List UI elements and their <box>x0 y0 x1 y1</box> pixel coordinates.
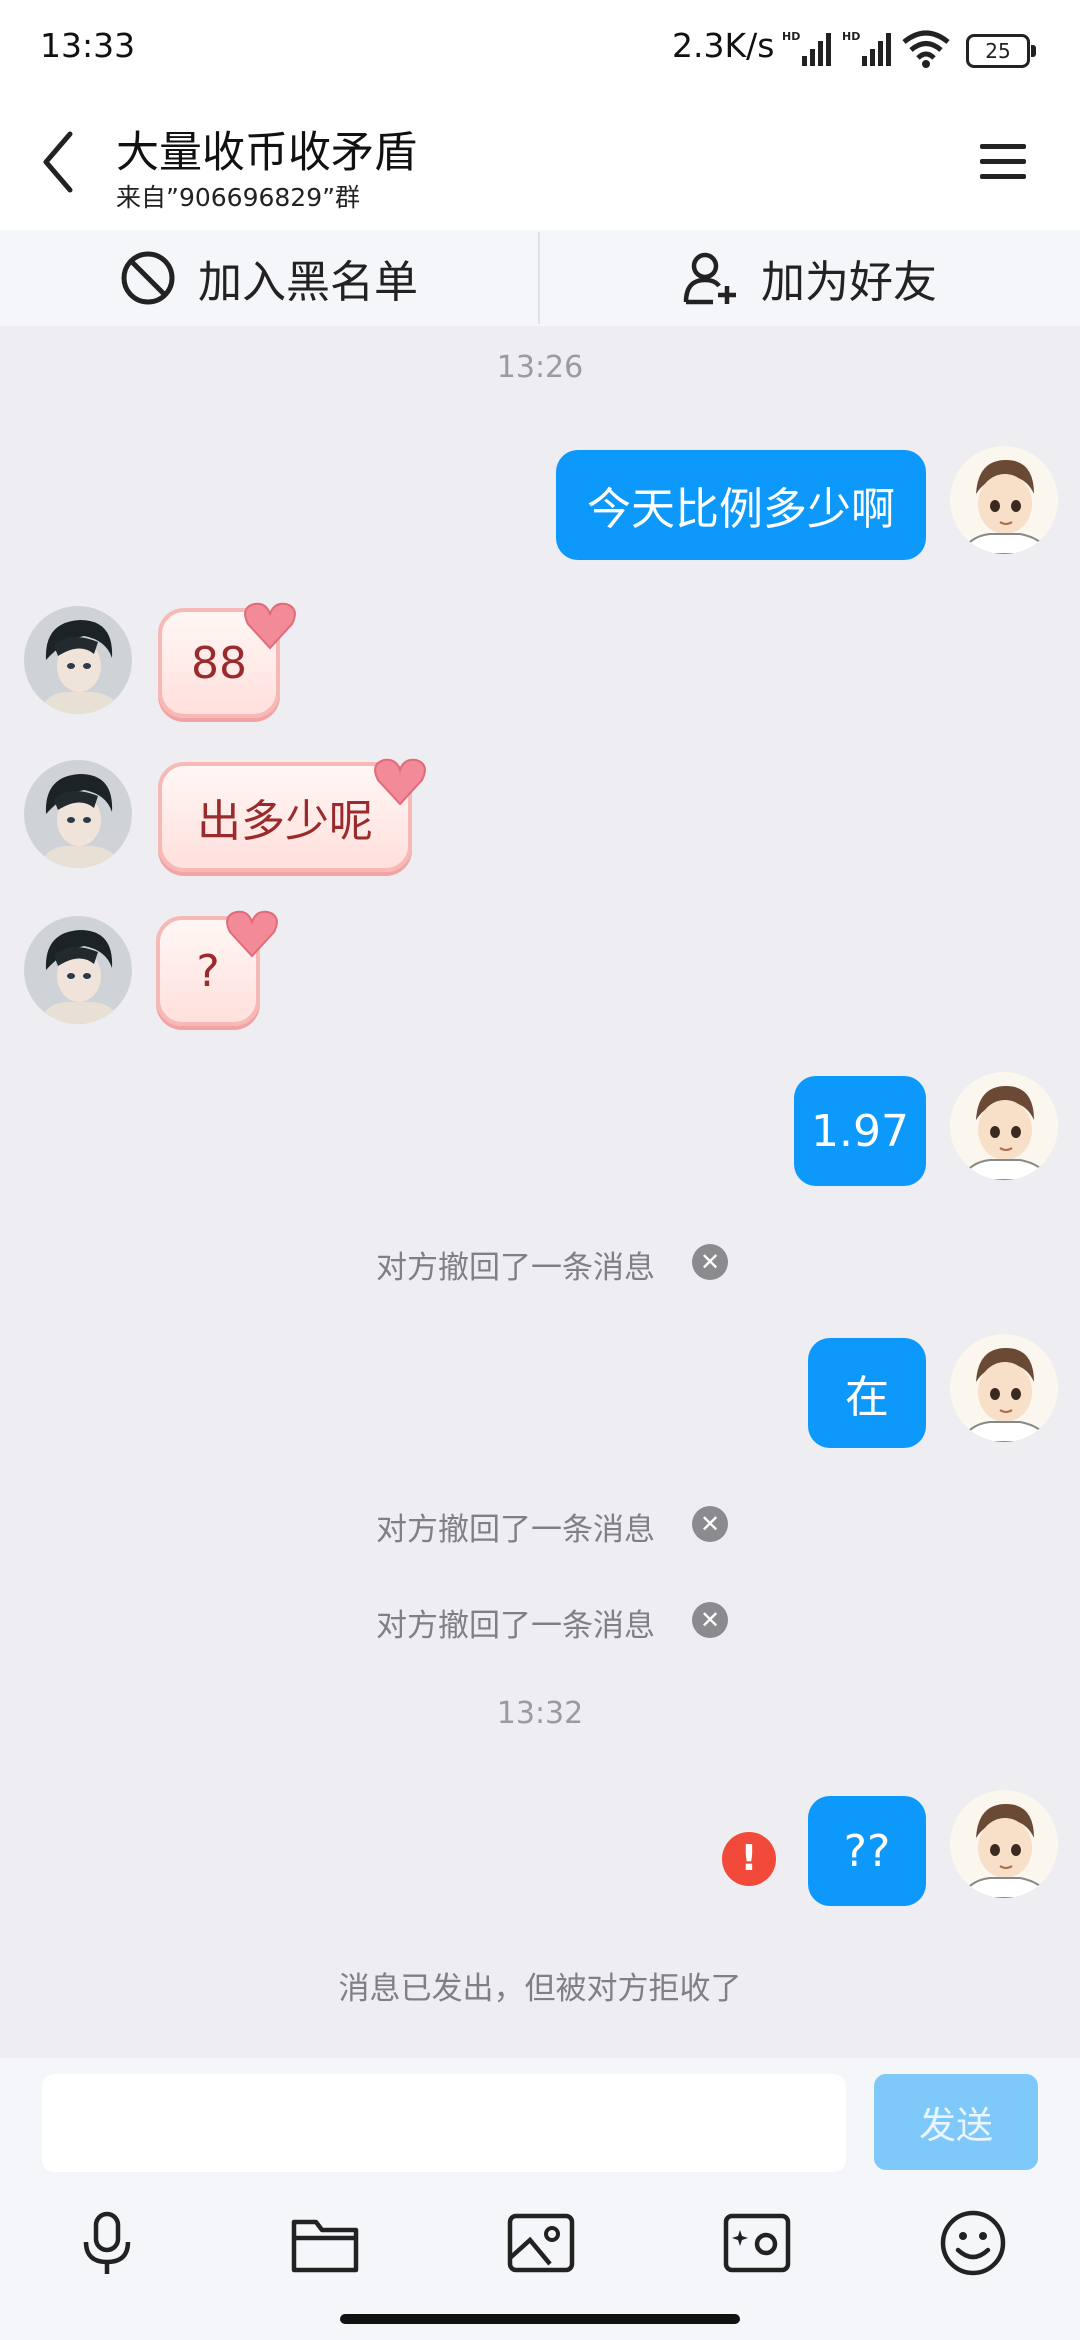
send-failed-icon[interactable]: ! <box>722 1832 776 1886</box>
chat-title: 大量收币收矛盾 <box>116 128 417 178</box>
emoji-icon[interactable] <box>938 2208 1008 2278</box>
close-icon[interactable]: ✕ <box>692 1506 728 1542</box>
timestamp: 13:32 <box>496 1696 584 1731</box>
status-time: 13:33 <box>40 26 136 65</box>
rejected-notice: 消息已发出，但被对方拒收了 <box>338 1971 742 2007</box>
back-arrow-icon[interactable] <box>38 130 78 194</box>
chat-source-group: 来自”906696829”群 <box>116 183 361 212</box>
folder-icon[interactable] <box>290 2208 360 2278</box>
home-indicator[interactable] <box>340 2314 740 2324</box>
timestamp: 13:26 <box>496 350 584 385</box>
sender-avatar[interactable] <box>24 606 132 714</box>
my-message-bubble[interactable]: ?? <box>808 1796 926 1906</box>
microphone-icon[interactable] <box>72 2208 142 2278</box>
add-friend-label: 加为好友 <box>761 257 937 308</box>
close-icon[interactable]: ✕ <box>692 1244 728 1280</box>
add-user-icon <box>683 252 736 305</box>
add-friend-button[interactable]: 加为好友 <box>540 230 1080 326</box>
recalled-notice: 对方撤回了一条消息 ✕ <box>0 1240 1080 1288</box>
heart-decoration-icon <box>226 910 278 958</box>
svg-text:HD: HD <box>842 30 860 43</box>
my-avatar[interactable] <box>950 1072 1058 1180</box>
my-avatar[interactable] <box>950 446 1058 554</box>
recalled-notice: 对方撤回了一条消息 ✕ <box>0 1598 1080 1646</box>
network-speed: 2.3K/s <box>672 26 775 65</box>
my-message-bubble[interactable]: 1.97 <box>794 1076 926 1186</box>
recalled-notice: 对方撤回了一条消息 ✕ <box>0 1502 1080 1550</box>
recalled-text: 对方撤回了一条消息 <box>376 1608 655 1644</box>
my-message-bubble[interactable]: 今天比例多少啊 <box>556 450 926 560</box>
heart-decoration-icon <box>374 758 426 806</box>
heart-decoration-icon <box>244 602 296 650</box>
recalled-text: 对方撤回了一条消息 <box>376 1250 655 1286</box>
add-to-blacklist-label: 加入黑名单 <box>198 257 418 308</box>
my-avatar[interactable] <box>950 1334 1058 1442</box>
signal-hd-icon: HD <box>782 30 831 66</box>
svg-text:HD: HD <box>782 30 800 43</box>
signal-hd-2-icon: HD <box>842 30 891 66</box>
wifi-icon <box>902 30 950 68</box>
sender-avatar[interactable] <box>24 916 132 1024</box>
add-to-blacklist-button[interactable]: 加入黑名单 <box>0 230 538 326</box>
battery-icon: 25 <box>966 34 1036 68</box>
send-button[interactable]: 发送 <box>874 2074 1038 2170</box>
image-icon[interactable] <box>506 2208 576 2278</box>
sender-avatar[interactable] <box>24 760 132 868</box>
block-icon <box>121 251 175 305</box>
menu-icon[interactable] <box>980 142 1026 182</box>
close-icon[interactable]: ✕ <box>692 1602 728 1638</box>
my-message-bubble[interactable]: 在 <box>808 1338 926 1448</box>
my-avatar[interactable] <box>950 1790 1058 1898</box>
recalled-text: 对方撤回了一条消息 <box>376 1512 655 1548</box>
camera-sparkle-icon[interactable] <box>722 2208 792 2278</box>
message-input[interactable] <box>42 2074 846 2172</box>
